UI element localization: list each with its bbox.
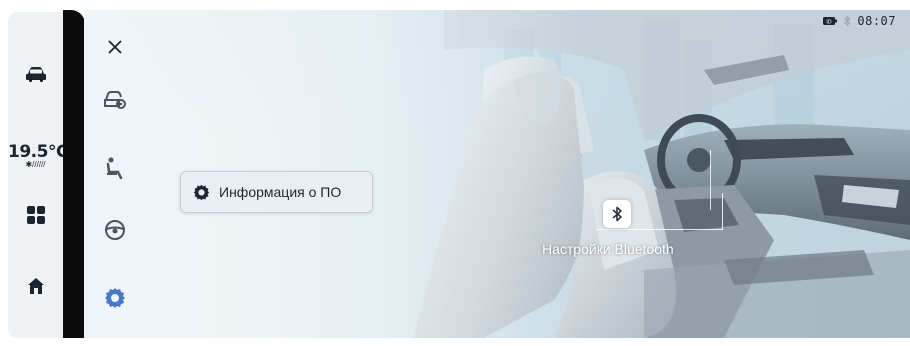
bluetooth-status-icon [844, 15, 851, 27]
bluetooth-settings-label[interactable]: Настройки Bluetooth [542, 241, 674, 257]
gear-icon [193, 184, 210, 200]
screen: 19.5°C ✱////// Настройки Bluetooth Инфор… [0, 0, 910, 346]
temperature-display[interactable]: 19.5°C ✱////// [8, 142, 68, 169]
car-settings-icon[interactable] [100, 85, 130, 115]
bluetooth-settings-button[interactable] [603, 200, 631, 228]
temperature-value: 19.5°C [8, 142, 68, 162]
status-bar: ID 08:07 [823, 14, 896, 28]
close-icon[interactable] [100, 32, 130, 62]
software-info-popover[interactable]: Информация о ПО [180, 171, 373, 213]
panel-divider [63, 10, 85, 338]
apps-grid-icon[interactable] [8, 204, 63, 226]
battery-icon: ID [823, 17, 838, 25]
steering-wheel-icon[interactable] [100, 215, 130, 245]
seat-icon[interactable] [100, 153, 130, 183]
svg-text:ID: ID [827, 19, 832, 25]
car-icon[interactable] [8, 62, 63, 86]
clock: 08:07 [857, 14, 896, 28]
bluetooth-icon [612, 206, 622, 222]
settings-menu [84, 10, 154, 338]
software-info-label: Информация о ПО [219, 184, 342, 200]
gear-icon[interactable] [100, 283, 130, 313]
home-icon[interactable] [8, 275, 63, 297]
